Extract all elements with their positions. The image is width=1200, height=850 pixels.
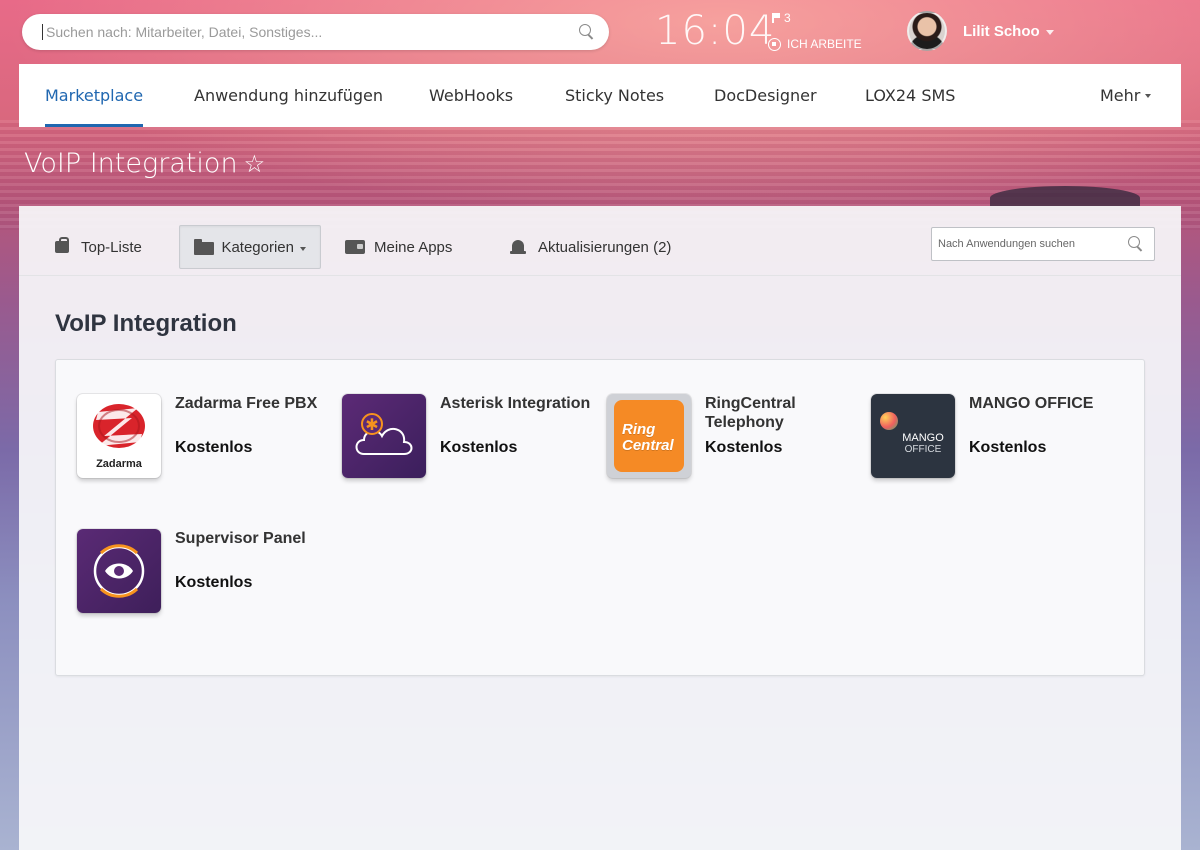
nav-item-add-application[interactable]: Anwendung hinzufügen [194,64,383,127]
work-status-button[interactable]: ICH ARBEITE [768,37,862,51]
section-title: VoIP Integration [55,310,237,337]
chevron-down-icon [1145,93,1152,98]
app-name[interactable]: RingCentral Telephony [705,394,870,432]
nav-more-label: Mehr [1100,86,1141,105]
nav-item-webhooks[interactable]: WebHooks [429,64,513,127]
apps-grid: Zadarma Zadarma Free PBX Kostenlos ✱ Ast… [55,359,1145,676]
mango-dot-icon [880,412,898,430]
search-icon[interactable] [579,24,595,40]
app-price: Kostenlos [969,439,1047,456]
app-tile-mango-office[interactable]: MANGO OFFICE MANGO OFFICE Kostenlos [871,394,1136,494]
global-search[interactable] [22,14,609,50]
svg-text:✱: ✱ [365,415,378,434]
marketplace-panel: Top-Liste Kategorien Meine Apps Aktualis… [19,206,1181,850]
global-search-input[interactable] [42,24,579,40]
nav-item-docdesigner[interactable]: DocDesigner [714,64,817,127]
wallet-icon [345,239,365,255]
app-price: Kostenlos [440,439,518,456]
app-price: Kostenlos [175,574,253,591]
app-name[interactable]: MANGO OFFICE [969,394,1134,413]
zadarma-logo-icon[interactable]: Zadarma [77,394,161,478]
search-icon[interactable] [1128,236,1144,252]
briefcase-icon [52,237,72,255]
app-name[interactable]: Supervisor Panel [175,529,340,548]
tab-updates[interactable]: Aktualisierungen (2) [497,225,683,269]
marketplace-tabs: Top-Liste Kategorien Meine Apps Aktualis… [19,206,1181,276]
flag-count: 3 [784,11,791,25]
app-tile-zadarma[interactable]: Zadarma Zadarma Free PBX Kostenlos [77,394,342,494]
mango-office-logo-icon[interactable]: MANGO OFFICE [871,394,955,478]
tab-top-list-label: Top-Liste [81,238,142,256]
mango-word-office: OFFICE [904,444,942,455]
nav-item-sticky-notes[interactable]: Sticky Notes [565,64,664,127]
clock: 16:04 [655,8,776,54]
flag-icon [772,13,780,23]
asterisk-cloud-graphic: ✱ [355,413,413,455]
app-price: Kostenlos [705,439,783,456]
folder-icon [194,239,215,255]
tab-categories-label: Kategorien [221,238,294,256]
star-icon[interactable]: ☆ [244,150,266,178]
zadarma-mark-icon [93,404,145,448]
tab-categories[interactable]: Kategorien [179,225,321,269]
chevron-down-icon [300,247,306,251]
nav-item-lox24-sms[interactable]: LOX24 SMS [865,64,955,127]
page-title-text: VoIP Integration [24,148,238,179]
app-tile-asterisk[interactable]: ✱ Asterisk Integration Kostenlos [342,394,607,494]
chevron-down-icon[interactable] [1046,30,1054,35]
user-name[interactable]: Lilit Schoo [963,23,1040,40]
supervisor-eye-icon[interactable] [77,529,161,613]
ringcentral-word-central: Central [622,437,674,454]
work-status-label: ICH ARBEITE [787,37,862,51]
bell-icon [509,239,529,255]
app-price: Kostenlos [175,439,253,456]
tab-my-apps-label: Meine Apps [374,238,453,256]
app-tile-supervisor-panel[interactable]: Supervisor Panel Kostenlos [77,529,342,629]
ringcentral-wordmark: Ring Central [622,422,674,454]
ringcentral-badge: Ring Central [614,400,684,472]
main-nav: Marketplace Anwendung hinzufügen WebHook… [19,64,1181,127]
mango-wordmark: MANGO OFFICE [871,432,955,456]
flag-counter[interactable]: 3 [772,11,791,25]
tab-my-apps[interactable]: Meine Apps [333,225,464,269]
nav-item-marketplace[interactable]: Marketplace [45,64,144,127]
app-name[interactable]: Asterisk Integration [440,394,605,413]
page-title: VoIP Integration ☆ [24,148,265,179]
tab-top-list[interactable]: Top-Liste [40,225,154,269]
app-name[interactable]: Zadarma Free PBX [175,394,340,413]
asterisk-cloud-icon[interactable]: ✱ [342,394,426,478]
app-search-input[interactable] [938,238,1128,250]
mango-word-mango: MANGO [902,432,944,444]
ringcentral-logo-icon[interactable]: Ring Central [607,394,691,478]
tab-updates-label: Aktualisierungen (2) [538,238,672,256]
zadarma-wordmark: Zadarma [96,458,142,470]
avatar[interactable] [907,11,947,51]
nav-more-button[interactable]: Mehr [1100,64,1152,127]
supervisor-eye-graphic [93,544,145,598]
app-tile-ringcentral[interactable]: Ring Central RingCentral Telephony Koste… [607,394,872,494]
app-search[interactable] [931,227,1155,261]
stop-record-icon [768,37,781,51]
ringcentral-word-ring: Ring [622,421,656,438]
